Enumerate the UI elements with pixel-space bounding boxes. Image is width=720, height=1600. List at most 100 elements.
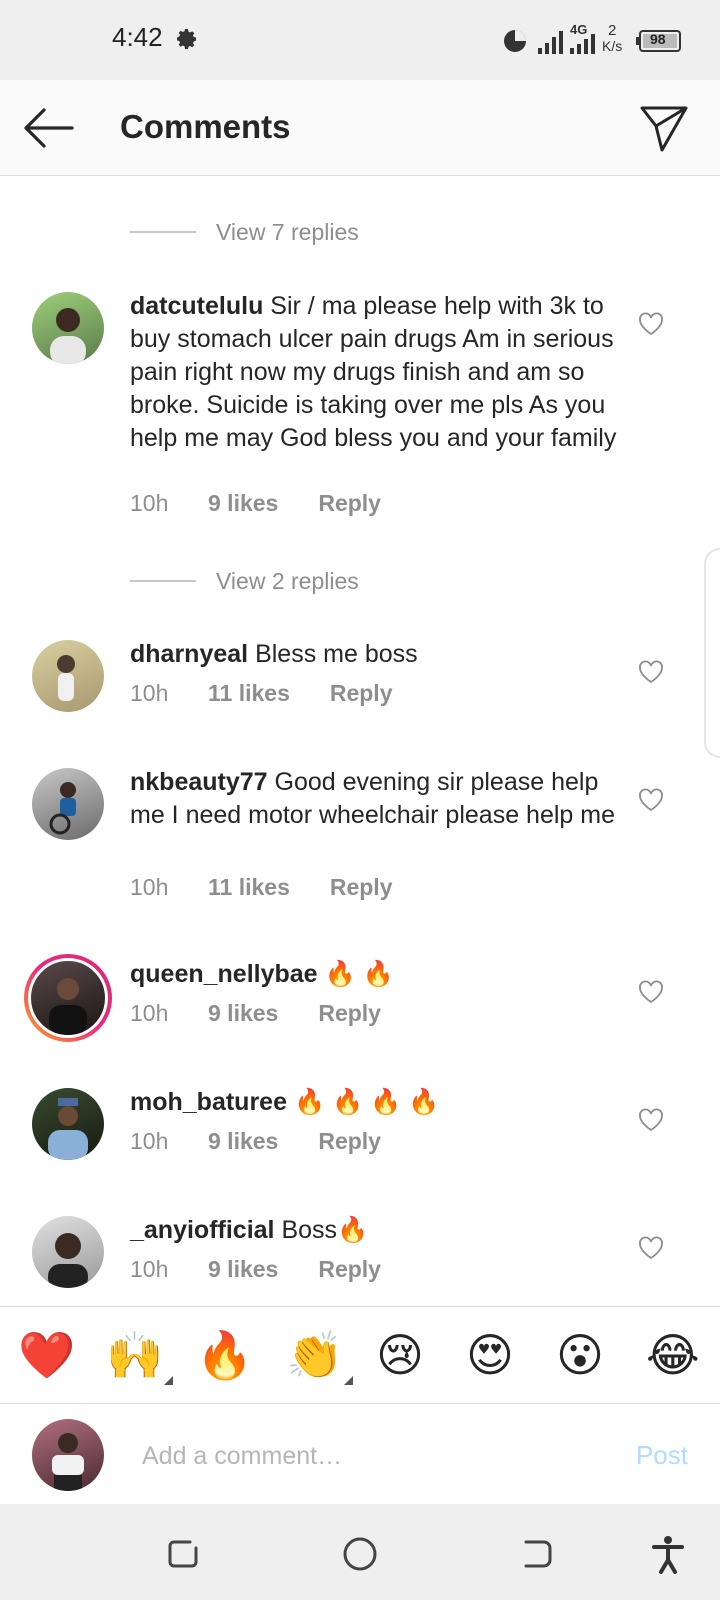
- header: Comments: [0, 80, 720, 176]
- reaction-label: 🙌: [106, 1329, 164, 1381]
- view-replies-label: View 2 replies: [216, 567, 359, 594]
- reply-button[interactable]: Reply: [318, 1000, 381, 1027]
- comment-item: moh_baturee 🔥 🔥 🔥 🔥 10h 9 likes Reply: [0, 1086, 720, 1166]
- home-icon[interactable]: [340, 1534, 380, 1574]
- back-arrow-icon[interactable]: [22, 106, 74, 150]
- avatar[interactable]: [32, 768, 104, 840]
- comment-likes[interactable]: 11 likes: [208, 680, 290, 707]
- comment-likes[interactable]: 11 likes: [208, 874, 290, 901]
- reply-button[interactable]: Reply: [318, 490, 381, 517]
- network-speed-value: 2: [608, 22, 617, 39]
- comment-item: queen_nellybae 🔥 🔥 10h 9 likes Reply: [0, 954, 720, 1042]
- heart-icon[interactable]: [638, 312, 664, 336]
- data-saver-icon: [504, 30, 526, 52]
- comment-item: dharnyeal Bless me boss 10h 11 likes Rep…: [0, 638, 720, 718]
- divider: [130, 231, 196, 233]
- reply-button[interactable]: Reply: [318, 1256, 381, 1283]
- heart-icon[interactable]: [638, 660, 664, 684]
- comment-meta: 10h 11 likes Reply: [130, 874, 393, 901]
- comment-likes[interactable]: 9 likes: [208, 1256, 278, 1283]
- reply-button[interactable]: Reply: [330, 680, 393, 707]
- comment-username[interactable]: nkbeauty77: [130, 768, 268, 796]
- comment-content: 🔥 🔥 🔥 🔥: [293, 1088, 440, 1116]
- comment-likes[interactable]: 9 likes: [208, 1128, 278, 1155]
- reaction-heart-eyes[interactable]: 😍: [466, 1327, 514, 1383]
- avatar[interactable]: [32, 1088, 104, 1160]
- heart-icon[interactable]: [638, 788, 664, 812]
- reaction-fire[interactable]: 🔥: [196, 1327, 253, 1383]
- variant-indicator: [164, 1376, 174, 1385]
- comment-meta: 10h 9 likes Reply: [130, 1000, 381, 1027]
- comment-time: 10h: [130, 1256, 169, 1282]
- status-bar: 4:42 4G 2 K/s 98: [0, 0, 720, 80]
- reaction-laughing[interactable]: 😂: [646, 1327, 700, 1383]
- comment-meta: 10h 9 likes Reply: [130, 1128, 381, 1155]
- quick-reactions-bar: ❤️ 🙌 🔥 👏 😢 😍 😮 😂: [0, 1306, 720, 1404]
- send-icon[interactable]: [638, 102, 690, 154]
- reaction-clap[interactable]: 👏: [286, 1327, 354, 1385]
- comment-likes[interactable]: 9 likes: [208, 490, 278, 517]
- reaction-raised-hands[interactable]: 🙌: [106, 1327, 174, 1385]
- comment-item: nkbeauty77 Good evening sir please help …: [0, 766, 720, 906]
- recent-apps-icon[interactable]: [164, 1534, 204, 1574]
- comment-likes[interactable]: 9 likes: [208, 1000, 278, 1027]
- avatar[interactable]: [32, 292, 104, 364]
- status-indicators: 4G 2 K/s 98: [502, 22, 682, 58]
- post-button[interactable]: Post: [636, 1440, 688, 1471]
- view-replies-label: View 7 replies: [216, 218, 359, 245]
- comment-time: 10h: [130, 1000, 169, 1026]
- heart-icon[interactable]: [638, 1108, 664, 1132]
- comment-content: Bless me boss: [255, 640, 418, 668]
- comment-input[interactable]: [142, 1434, 582, 1478]
- heart-icon[interactable]: [638, 1236, 664, 1260]
- comment-username[interactable]: _anyiofficial: [130, 1216, 275, 1244]
- comment-meta: 10h 9 likes Reply: [130, 490, 381, 517]
- comment-composer: Post: [0, 1404, 720, 1504]
- status-time: 4:42: [112, 22, 163, 52]
- view-replies-link[interactable]: View 7 replies: [130, 216, 359, 248]
- comment-text: queen_nellybae 🔥 🔥: [130, 958, 625, 991]
- avatar-story-ring[interactable]: [24, 954, 112, 1042]
- avatar: [28, 958, 108, 1038]
- comment-time: 10h: [130, 1128, 169, 1154]
- comment-item: _anyiofficial Boss🔥 10h 9 likes Reply: [0, 1214, 720, 1294]
- comment-username[interactable]: queen_nellybae: [130, 960, 318, 988]
- comment-username[interactable]: moh_baturee: [130, 1088, 287, 1116]
- heart-icon[interactable]: [638, 980, 664, 1004]
- view-replies-link[interactable]: View 2 replies: [130, 565, 359, 597]
- comment-text: datcutelulu Sir / ma please help with 3k…: [130, 290, 625, 455]
- accessibility-icon[interactable]: [648, 1534, 688, 1574]
- gear-icon: [177, 29, 196, 49]
- comment-username[interactable]: datcutelulu: [130, 292, 263, 320]
- comment-text: moh_baturee 🔥 🔥 🔥 🔥: [130, 1086, 625, 1119]
- reply-button[interactable]: Reply: [318, 1128, 381, 1155]
- comment-time: 10h: [130, 680, 169, 706]
- reaction-label: 👏: [286, 1329, 344, 1381]
- battery-level: 98: [650, 31, 666, 47]
- comment-content: 🔥 🔥: [324, 960, 394, 988]
- comment-text: dharnyeal Bless me boss: [130, 638, 625, 671]
- back-icon[interactable]: [516, 1534, 556, 1574]
- divider: [130, 580, 196, 582]
- comment-item: datcutelulu Sir / ma please help with 3k…: [0, 290, 720, 530]
- network-speed-unit: K/s: [602, 38, 623, 54]
- reaction-crying[interactable]: 😢: [376, 1327, 424, 1383]
- my-avatar: [32, 1419, 104, 1491]
- comment-time: 10h: [130, 874, 169, 900]
- comment-username[interactable]: dharnyeal: [130, 640, 248, 668]
- system-navigation-bar: [0, 1504, 720, 1600]
- comment-content: Boss🔥: [281, 1216, 369, 1244]
- comment-meta: 10h 9 likes Reply: [130, 1256, 381, 1283]
- reaction-heart[interactable]: ❤️: [18, 1327, 75, 1383]
- comment-time: 10h: [130, 490, 169, 516]
- page-title: Comments: [120, 108, 291, 145]
- avatar[interactable]: [32, 640, 104, 712]
- comment-text: _anyiofficial Boss🔥: [130, 1214, 625, 1247]
- comment-text: nkbeauty77 Good evening sir please help …: [130, 766, 625, 832]
- reaction-surprised[interactable]: 😮: [556, 1327, 604, 1383]
- variant-indicator: [344, 1376, 354, 1385]
- reply-button[interactable]: Reply: [330, 874, 393, 901]
- edge-panel-handle[interactable]: [704, 548, 720, 758]
- signal-icon-2: [570, 34, 595, 54]
- avatar[interactable]: [32, 1216, 104, 1288]
